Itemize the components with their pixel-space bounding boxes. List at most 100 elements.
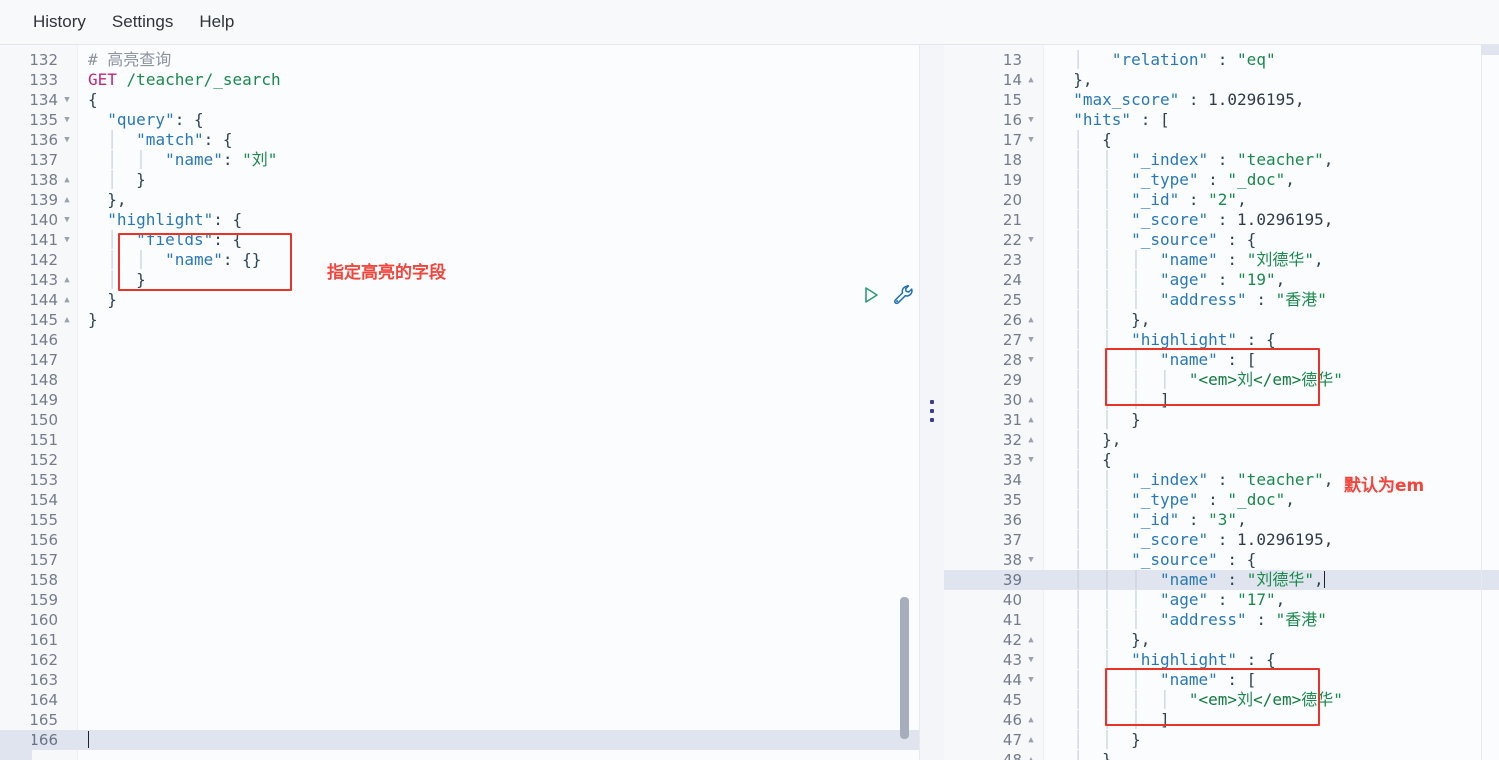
code-line[interactable]: 136 ▼ │ "match": { bbox=[0, 130, 919, 150]
code-line[interactable]: 165 bbox=[0, 710, 919, 730]
code-line[interactable]: 27 ▼ │ │ "highlight" : { bbox=[944, 330, 1499, 350]
pane-splitter[interactable] bbox=[920, 45, 944, 760]
response-scroll-top-marker[interactable] bbox=[1481, 45, 1499, 55]
code-line[interactable]: 22 ▼ │ │ "_source" : { bbox=[944, 230, 1499, 250]
code-line[interactable]: 39 │ │ │ "name" : "刘德华", bbox=[944, 570, 1499, 590]
code-line[interactable]: 157 bbox=[0, 550, 919, 570]
request-code-area[interactable]: 132 # 高亮查询 133 GET /teacher/_search 134 ▼{135… bbox=[0, 45, 919, 760]
code-line[interactable]: 24 │ │ │ "age" : "19", bbox=[944, 270, 1499, 290]
code-line[interactable]: 42 ▲ │ │ }, bbox=[944, 630, 1499, 650]
code-line[interactable]: 134 ▼ { bbox=[0, 90, 919, 110]
code-line[interactable]: 158 bbox=[0, 570, 919, 590]
code-line[interactable]: 144 ▲ } bbox=[0, 290, 919, 310]
response-lines[interactable]: 13 │ "relation" : "eq" 14 ▲ }, 15 "max_scor… bbox=[944, 50, 1499, 760]
code-line[interactable]: 161 bbox=[0, 630, 919, 650]
code-line[interactable]: 162 bbox=[0, 650, 919, 670]
code-line[interactable]: 13 │ "relation" : "eq" bbox=[944, 50, 1499, 70]
chevron-up-icon[interactable]: ▲ bbox=[1024, 630, 1038, 650]
menu-help[interactable]: Help bbox=[186, 8, 247, 36]
code-line[interactable]: 155 bbox=[0, 510, 919, 530]
code-line[interactable]: 31 ▲ │ │ } bbox=[944, 410, 1499, 430]
chevron-up-icon[interactable]: ▲ bbox=[1024, 310, 1038, 330]
chevron-down-icon[interactable]: ▼ bbox=[1024, 550, 1038, 570]
code-line[interactable]: 159 bbox=[0, 590, 919, 610]
code-line[interactable]: 139 ▲ }, bbox=[0, 190, 919, 210]
code-line[interactable]: 150 bbox=[0, 410, 919, 430]
chevron-up-icon[interactable]: ▲ bbox=[60, 290, 74, 310]
code-line[interactable]: 43 ▼ │ │ "highlight" : { bbox=[944, 650, 1499, 670]
chevron-up-icon[interactable]: ▲ bbox=[1024, 430, 1038, 450]
code-line[interactable]: 140 ▼ "highlight": { bbox=[0, 210, 919, 230]
code-line[interactable]: 47 ▲ │ │ } bbox=[944, 730, 1499, 750]
chevron-up-icon[interactable]: ▲ bbox=[1024, 410, 1038, 430]
code-line[interactable]: 149 bbox=[0, 390, 919, 410]
chevron-up-icon[interactable]: ▲ bbox=[1024, 710, 1038, 730]
code-line[interactable]: 19 │ │ "_type" : "_doc", bbox=[944, 170, 1499, 190]
request-editor-pane[interactable]: 132 # 高亮查询 133 GET /teacher/_search 134 ▼{135… bbox=[0, 45, 920, 760]
code-line[interactable]: 166 bbox=[0, 730, 919, 750]
code-line[interactable]: 46 ▲ │ │ │ ] bbox=[944, 710, 1499, 730]
code-line[interactable]: 44 ▼ │ │ │ "name" : [ bbox=[944, 670, 1499, 690]
response-editor-pane[interactable]: 13 │ "relation" : "eq" 14 ▲ }, 15 "max_scor… bbox=[944, 45, 1499, 760]
code-line[interactable]: 153 bbox=[0, 470, 919, 490]
code-line[interactable]: 20 │ │ "_id" : "2", bbox=[944, 190, 1499, 210]
chevron-down-icon[interactable]: ▼ bbox=[60, 130, 74, 150]
request-scrollbar-thumb[interactable] bbox=[900, 597, 909, 739]
code-line[interactable]: 133 GET /teacher/_search bbox=[0, 70, 919, 90]
code-line[interactable]: 30 ▲ │ │ │ ] bbox=[944, 390, 1499, 410]
code-line[interactable]: 40 │ │ │ "age" : "17", bbox=[944, 590, 1499, 610]
chevron-up-icon[interactable]: ▲ bbox=[60, 170, 74, 190]
code-line[interactable]: 21 │ │ "_score" : 1.0296195, bbox=[944, 210, 1499, 230]
code-line[interactable]: 146 bbox=[0, 330, 919, 350]
code-line[interactable]: 33 ▼ │ { bbox=[944, 450, 1499, 470]
code-line[interactable]: 41 │ │ │ "address" : "香港" bbox=[944, 610, 1499, 630]
code-line[interactable]: 132 # 高亮查询 bbox=[0, 50, 919, 70]
code-line[interactable]: 36 │ │ "_id" : "3", bbox=[944, 510, 1499, 530]
code-line[interactable]: 25 │ │ │ "address" : "香港" bbox=[944, 290, 1499, 310]
code-line[interactable]: 37 │ │ "_score" : 1.0296195, bbox=[944, 530, 1499, 550]
code-line[interactable]: 142 │ │ "name": {} bbox=[0, 250, 919, 270]
chevron-down-icon[interactable]: ▼ bbox=[1024, 350, 1038, 370]
chevron-down-icon[interactable]: ▼ bbox=[1024, 130, 1038, 150]
response-scroll-track[interactable] bbox=[1481, 55, 1482, 760]
code-line[interactable]: 152 bbox=[0, 450, 919, 470]
chevron-down-icon[interactable]: ▼ bbox=[1024, 650, 1038, 670]
code-line[interactable]: 163 bbox=[0, 670, 919, 690]
code-line[interactable]: 45 │ │ │ │ "<em>刘</em>德华" bbox=[944, 690, 1499, 710]
chevron-up-icon[interactable]: ▲ bbox=[1024, 390, 1038, 410]
chevron-up-icon[interactable]: ▲ bbox=[1024, 750, 1038, 760]
chevron-down-icon[interactable]: ▼ bbox=[60, 110, 74, 130]
code-line[interactable]: 14 ▲ }, bbox=[944, 70, 1499, 90]
chevron-up-icon[interactable]: ▲ bbox=[60, 310, 74, 330]
code-line[interactable]: 156 bbox=[0, 530, 919, 550]
code-line[interactable]: 160 bbox=[0, 610, 919, 630]
response-code-area[interactable]: 13 │ "relation" : "eq" 14 ▲ }, 15 "max_scor… bbox=[944, 45, 1499, 760]
code-line[interactable]: 16 ▼ "hits" : [ bbox=[944, 110, 1499, 130]
code-line[interactable]: 138 ▲ │ } bbox=[0, 170, 919, 190]
code-line[interactable]: 18 │ │ "_index" : "teacher", bbox=[944, 150, 1499, 170]
code-line[interactable]: 154 bbox=[0, 490, 919, 510]
code-line[interactable]: 148 bbox=[0, 370, 919, 390]
chevron-up-icon[interactable]: ▲ bbox=[1024, 70, 1038, 90]
code-line[interactable]: 164 bbox=[0, 690, 919, 710]
drag-handle-dots-icon[interactable] bbox=[930, 400, 934, 422]
chevron-up-icon[interactable]: ▲ bbox=[1024, 730, 1038, 750]
play-triangle-icon[interactable] bbox=[860, 284, 882, 311]
chevron-down-icon[interactable]: ▼ bbox=[60, 210, 74, 230]
chevron-down-icon[interactable]: ▼ bbox=[60, 230, 74, 250]
chevron-up-icon[interactable]: ▲ bbox=[60, 270, 74, 290]
chevron-down-icon[interactable]: ▼ bbox=[1024, 110, 1038, 130]
code-line[interactable]: 143 ▲ │ } bbox=[0, 270, 919, 290]
code-line[interactable]: 48 ▲ │ }, bbox=[944, 750, 1499, 760]
code-line[interactable]: 29 │ │ │ │ "<em>刘</em>德华" bbox=[944, 370, 1499, 390]
request-lines[interactable]: 132 # 高亮查询 133 GET /teacher/_search 134 ▼{135… bbox=[0, 50, 919, 750]
chevron-down-icon[interactable]: ▼ bbox=[60, 90, 74, 110]
code-line[interactable]: 135 ▼ "query": { bbox=[0, 110, 919, 130]
code-line[interactable]: 38 ▼ │ │ "_source" : { bbox=[944, 550, 1499, 570]
menu-settings[interactable]: Settings bbox=[99, 8, 186, 36]
code-line[interactable]: 32 ▲ │ }, bbox=[944, 430, 1499, 450]
code-line[interactable]: 17 ▼ │ { bbox=[944, 130, 1499, 150]
code-line[interactable]: 141 ▼ │ "fields": { bbox=[0, 230, 919, 250]
chevron-up-icon[interactable]: ▲ bbox=[60, 190, 74, 210]
code-line[interactable]: 28 ▼ │ │ │ "name" : [ bbox=[944, 350, 1499, 370]
